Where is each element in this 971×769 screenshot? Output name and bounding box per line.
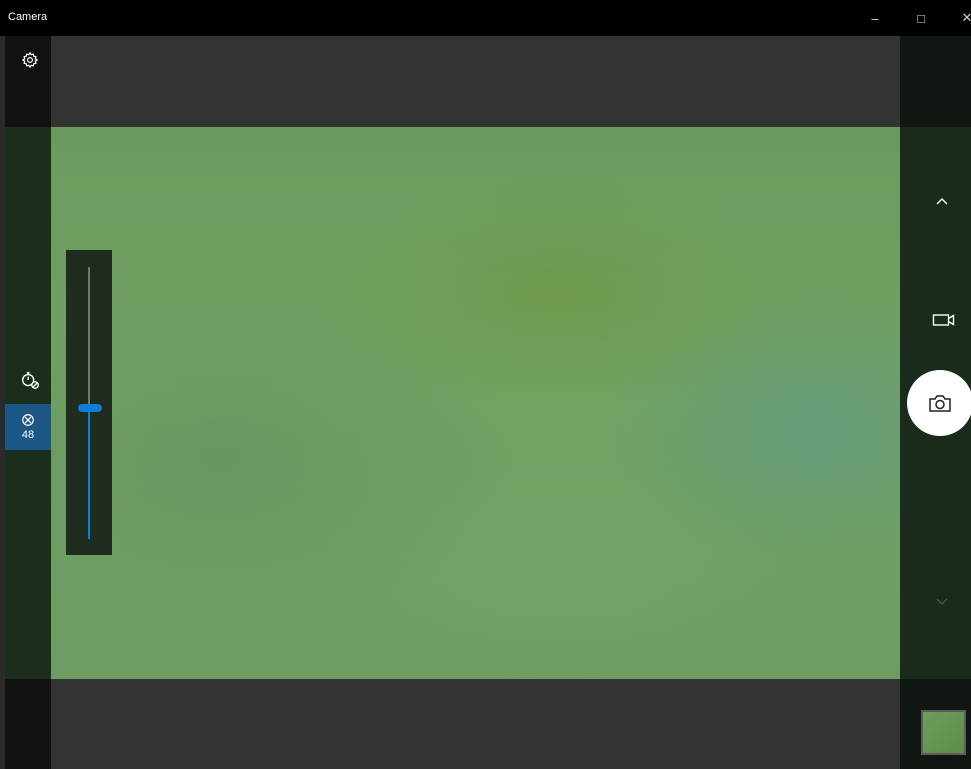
last-photo-thumbnail[interactable] — [921, 710, 966, 755]
camera-icon — [929, 395, 951, 412]
chevron-down-icon — [936, 598, 948, 605]
expand-up-button[interactable] — [925, 186, 959, 216]
timer-off-icon — [21, 371, 39, 389]
timer-button[interactable] — [14, 366, 46, 394]
brightness-slider-thumb[interactable] — [78, 404, 102, 413]
video-camera-icon — [932, 314, 955, 326]
minimize-icon: – — [871, 10, 879, 26]
close-button[interactable]: ✕ — [944, 0, 971, 36]
maximize-button[interactable]: □ — [898, 0, 944, 36]
chevron-up-icon — [936, 198, 948, 205]
brightness-slider-fill — [88, 408, 90, 539]
gear-icon — [21, 51, 39, 69]
title-bar: Camera – □ ✕ — [0, 0, 971, 36]
video-mode-button[interactable] — [925, 305, 963, 335]
brightness-button[interactable]: 48 — [5, 404, 51, 450]
minimize-button[interactable]: – — [852, 0, 898, 36]
take-photo-button[interactable] — [907, 370, 971, 436]
brightness-value: 48 — [21, 429, 35, 441]
settings-button[interactable] — [14, 46, 46, 74]
brightness-icon — [22, 414, 34, 426]
window-title: Camera — [8, 11, 48, 23]
letterbox-bottom — [51, 679, 900, 769]
maximize-icon: □ — [917, 10, 925, 26]
left-toolbar-overlay — [5, 127, 51, 679]
letterbox-top — [51, 36, 900, 127]
camera-viewfinder[interactable] — [51, 127, 900, 679]
expand-down-button[interactable] — [925, 590, 959, 614]
close-icon: ✕ — [961, 10, 971, 25]
